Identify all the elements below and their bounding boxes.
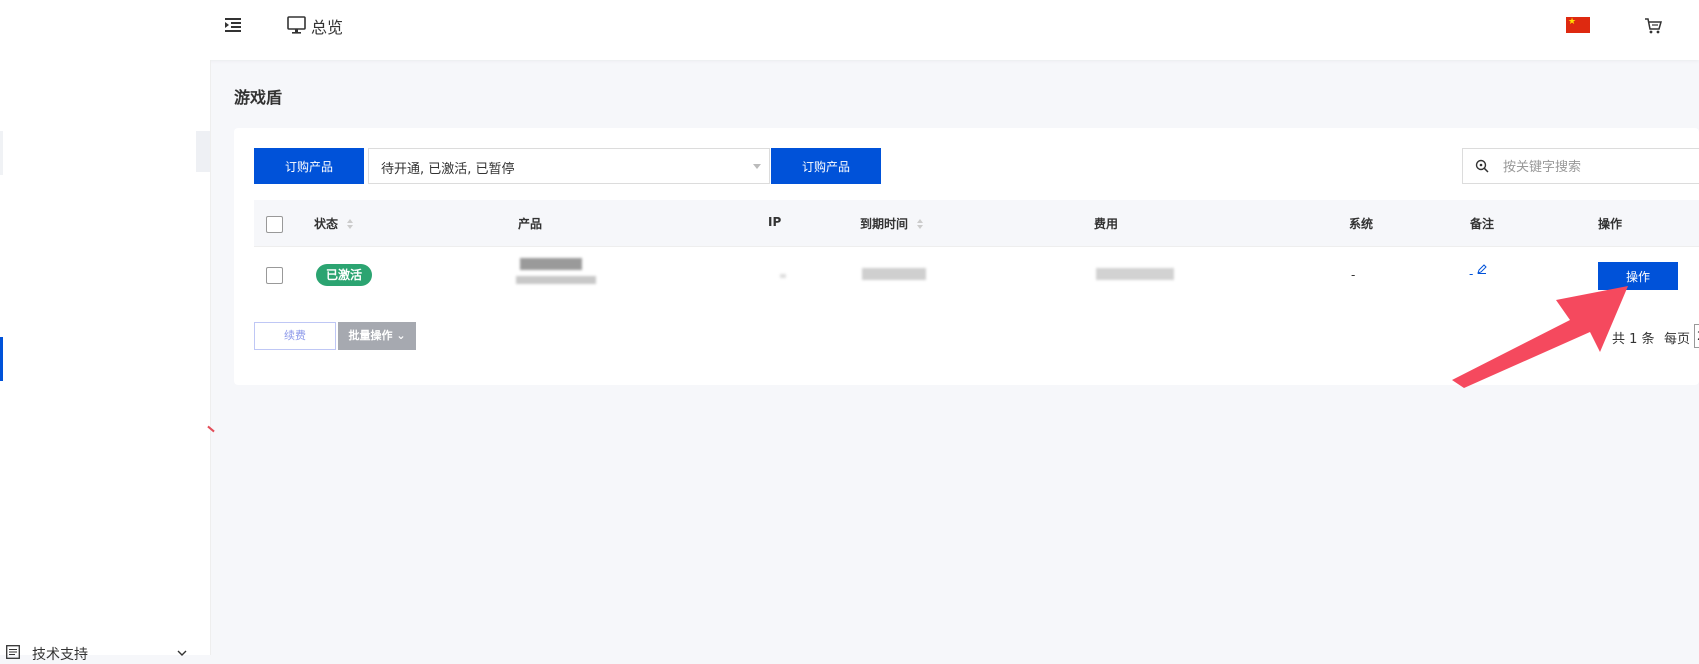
column-header-product: 产品 xyxy=(518,217,543,231)
sort-icon[interactable] xyxy=(916,218,924,230)
column-header-label: 到期时间 xyxy=(860,217,909,231)
product-id-redacted xyxy=(516,276,596,284)
search-input[interactable] xyxy=(1501,155,1695,179)
column-header-label: 状态 xyxy=(314,217,339,231)
row-checkbox[interactable] xyxy=(266,267,283,284)
order-product-button[interactable]: 订购产品 xyxy=(254,148,364,184)
search-icon xyxy=(1475,159,1489,173)
annotation-arrow-shape xyxy=(1452,286,1628,388)
monitor-icon xyxy=(287,16,306,34)
per-page-select[interactable]: 2 xyxy=(1694,324,1699,348)
list-icon xyxy=(6,645,20,659)
page-title: 游戏盾 xyxy=(234,88,283,107)
select-all-checkbox[interactable] xyxy=(266,216,283,233)
ip-redacted xyxy=(780,274,786,278)
chevron-down-icon xyxy=(176,647,188,657)
edit-note-icon[interactable] xyxy=(1477,263,1487,274)
column-header-status[interactable]: 状态 xyxy=(314,215,354,232)
chevron-down-icon xyxy=(753,164,761,169)
column-header-action: 操作 xyxy=(1598,217,1623,231)
chevron-down-icon: ⌄ xyxy=(396,329,406,342)
china-flag-icon[interactable]: ★ xyxy=(1566,17,1590,33)
sidebar-item-label: 技术支持 xyxy=(32,647,88,663)
expiry-redacted xyxy=(862,268,926,280)
cart-icon[interactable] xyxy=(1644,17,1662,35)
top-navbar: 总览 ★ xyxy=(0,0,1699,60)
system-value: - xyxy=(1351,268,1356,282)
column-header-fee: 费用 xyxy=(1094,217,1119,231)
batch-operation-label: 批量操作 xyxy=(348,329,393,342)
column-header-note: 备注 xyxy=(1470,217,1495,231)
table-header: 状态 产品 IP 到期时间 费用 系统 备注 操作 xyxy=(254,200,1699,247)
batch-operation-button[interactable]: 批量操作 ⌄ xyxy=(338,322,416,350)
product-name-redacted xyxy=(520,258,582,270)
column-header-system: 系统 xyxy=(1349,217,1374,231)
status-filter-select[interactable]: 待开通, 已激活, 已暂停 xyxy=(368,148,770,184)
sidebar-item-tech-support[interactable]: 技术支持 xyxy=(6,643,206,663)
order-product-button-secondary[interactable]: 订购产品 xyxy=(771,148,881,184)
indent-menu-icon[interactable] xyxy=(224,16,242,34)
nav-overview-link[interactable]: 总览 xyxy=(311,14,343,38)
note-value: - xyxy=(1469,267,1474,281)
status-filter-value: 待开通, 已激活, 已暂停 xyxy=(381,162,515,177)
sidebar-collapse-handle[interactable] xyxy=(196,131,210,172)
status-badge: 已激活 xyxy=(316,264,373,286)
sort-icon[interactable] xyxy=(346,218,354,230)
fee-redacted xyxy=(1096,268,1174,280)
column-header-ip: IP xyxy=(768,215,782,229)
renew-button[interactable]: 续费 xyxy=(254,322,336,350)
sidebar-item-highlight[interactable] xyxy=(0,131,3,175)
search-box[interactable] xyxy=(1462,148,1699,184)
column-header-expiry[interactable]: 到期时间 xyxy=(860,215,924,232)
sidebar-active-indicator xyxy=(0,337,3,381)
annotation-arrow xyxy=(1452,286,1628,388)
sidebar: 技术支持 xyxy=(0,60,211,663)
